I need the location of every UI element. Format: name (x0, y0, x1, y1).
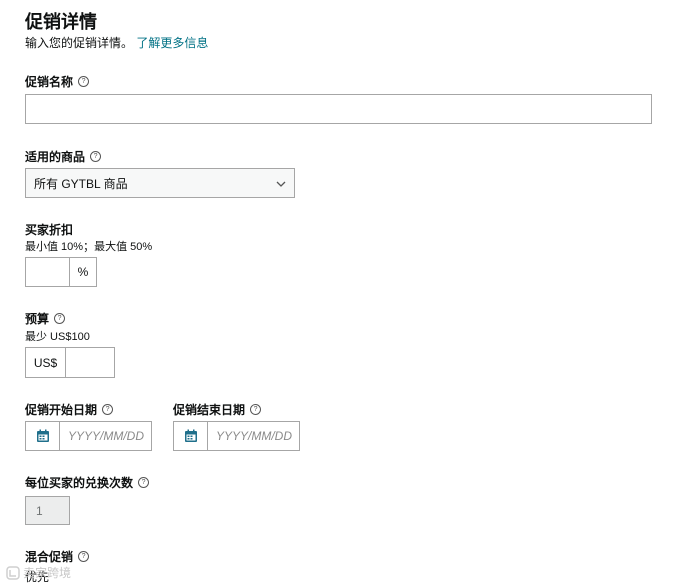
help-icon[interactable]: ? (54, 313, 66, 324)
page-title: 促销详情 (25, 12, 97, 32)
products-select[interactable]: 所有 GYTBL 商品 (25, 168, 295, 198)
logo-icon (6, 565, 20, 580)
watermark-text: 卖家跨境 (23, 566, 72, 580)
products-label: 适用的商品 ? (25, 148, 102, 165)
learn-more-link[interactable]: 了解更多信息 (136, 36, 208, 50)
calendar-icon[interactable] (173, 421, 208, 451)
budget-hint: 最少 US$100 (25, 331, 90, 343)
budget-input[interactable] (65, 347, 115, 378)
discount-hint: 最小值 10%；最大值 50% (25, 241, 153, 253)
promo-name-label: 促销名称 ? (25, 73, 90, 90)
calendar-icon[interactable] (25, 421, 60, 451)
redemptions-label: 每位买家的兑换次数 ? (25, 474, 150, 491)
help-icon[interactable]: ? (90, 151, 102, 162)
start-date-field: YYYY/MM/DD (25, 421, 152, 451)
help-icon[interactable]: ? (138, 477, 150, 488)
end-date-input[interactable]: YYYY/MM/DD (208, 421, 300, 451)
page-subtitle: 输入您的促销详情。 了解更多信息 (25, 34, 208, 51)
start-date-input[interactable]: YYYY/MM/DD (60, 421, 152, 451)
start-date-label: 促销开始日期 ? (25, 401, 114, 418)
promo-name-input[interactable] (25, 94, 652, 124)
redemptions-input: 1 (25, 496, 70, 525)
products-selected-value: 所有 GYTBL 商品 (34, 176, 128, 191)
end-date-field: YYYY/MM/DD (173, 421, 300, 451)
combine-label: 混合促销 ? (25, 548, 90, 565)
discount-label: 买家折扣 (25, 223, 74, 237)
discount-input[interactable] (25, 257, 70, 287)
subtitle-text: 输入您的促销详情。 (25, 36, 134, 50)
help-icon[interactable]: ? (102, 404, 114, 415)
end-date-label: 促销结束日期 ? (173, 401, 262, 418)
help-icon[interactable]: ? (78, 76, 90, 87)
chevron-down-icon (276, 176, 286, 190)
watermark-logo: 卖家跨境 (6, 564, 71, 581)
budget-label: 预算 ? (25, 310, 66, 327)
help-icon[interactable]: ? (250, 404, 262, 415)
currency-addon: US$ (25, 347, 66, 378)
help-icon[interactable]: ? (78, 551, 90, 562)
percent-addon: % (69, 257, 97, 287)
